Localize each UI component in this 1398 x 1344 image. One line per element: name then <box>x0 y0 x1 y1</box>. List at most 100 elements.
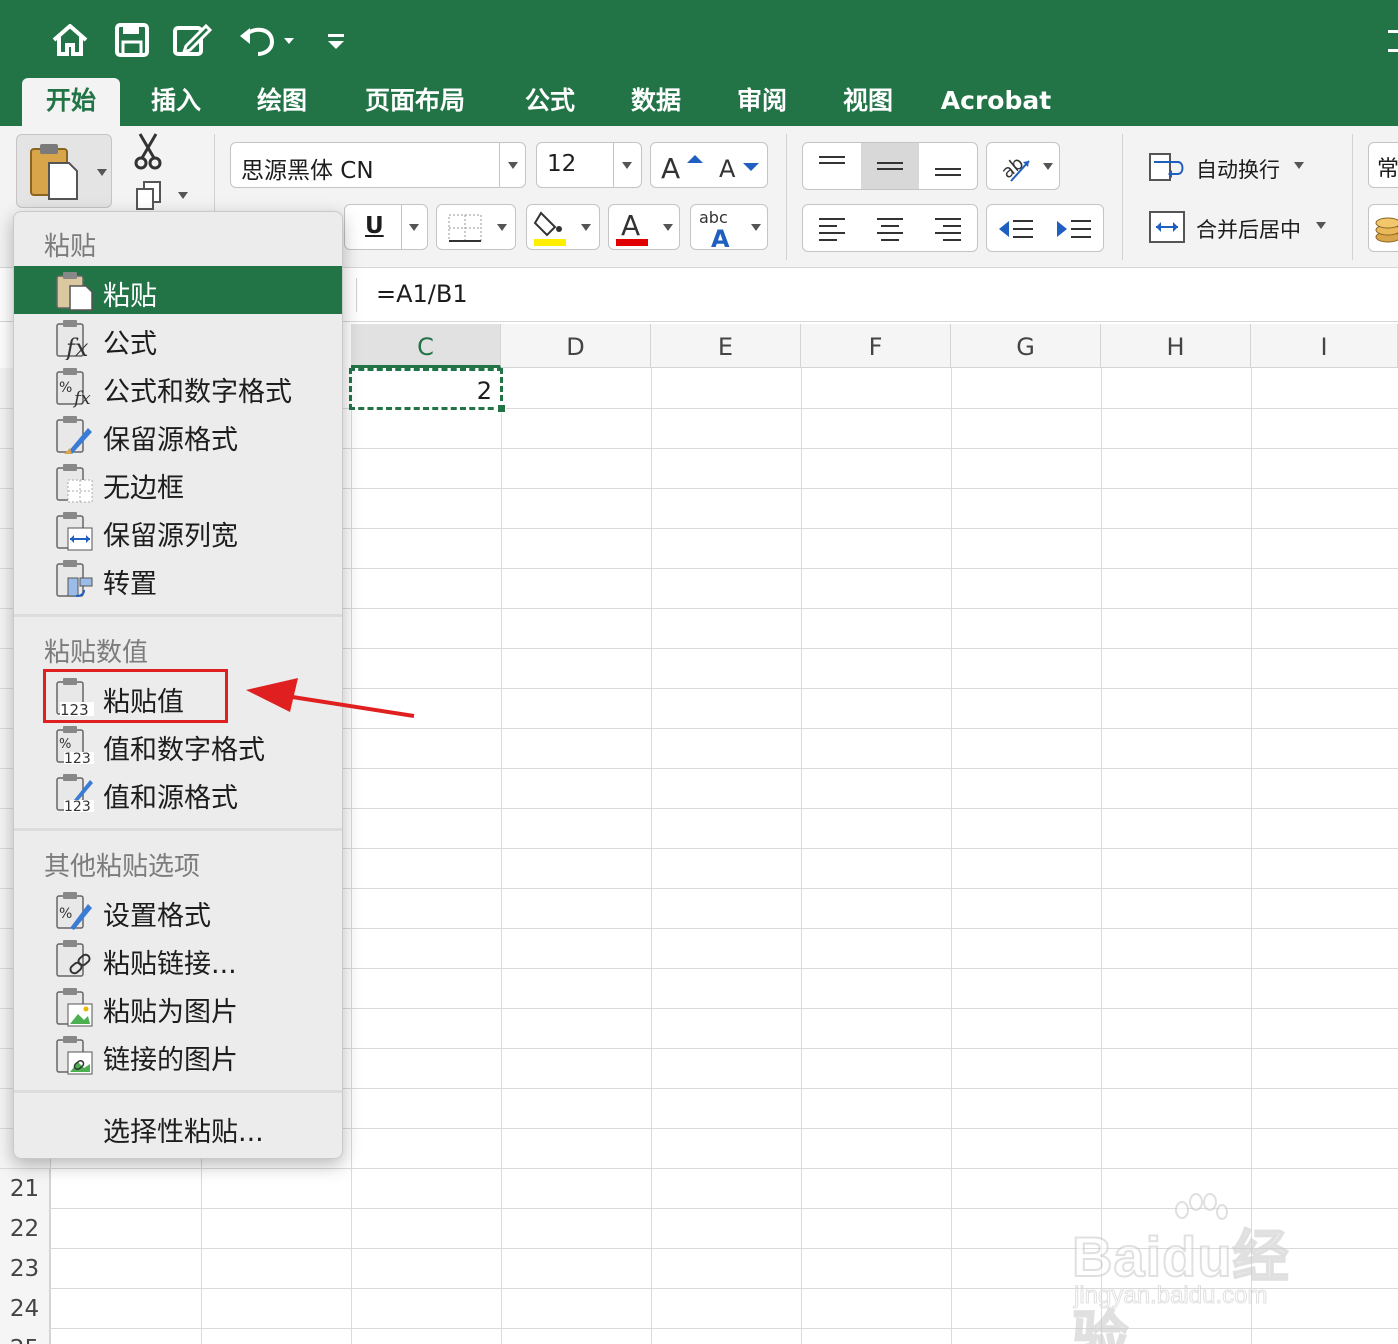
paste-icon <box>54 270 96 312</box>
font-name-value: 思源黑体 CN <box>241 158 374 184</box>
font-name-select[interactable]: 思源黑体 CN <box>230 142 526 188</box>
horizontal-align-group <box>802 204 978 252</box>
wrap-text-icon[interactable] <box>1148 150 1188 184</box>
tab-page-layout[interactable]: 页面布局 <box>350 78 480 126</box>
menu-item-paste-link[interactable]: 粘贴链接... <box>14 934 342 982</box>
watermark-url: jingyan.baidu.com <box>1073 1282 1268 1310</box>
tab-formulas[interactable]: 公式 <box>508 78 592 126</box>
vertical-align-group <box>802 142 978 190</box>
column-header-g[interactable]: G <box>951 324 1101 368</box>
number-format-select[interactable]: 常 <box>1368 142 1398 188</box>
paste-button[interactable] <box>16 134 112 208</box>
merge-center-label[interactable]: 合并后居中 <box>1196 214 1301 244</box>
menu-item-paste-special[interactable]: 选择性粘贴... <box>14 1102 342 1150</box>
menu-item-keep-source-format[interactable]: 保留源格式 <box>14 410 342 458</box>
save-icon[interactable] <box>110 20 154 60</box>
menu-item-label: 选择性粘贴... <box>103 1117 264 1148</box>
currency-button[interactable] <box>1368 204 1398 252</box>
align-bottom-icon[interactable] <box>933 153 963 179</box>
menu-item-paste[interactable]: 粘贴 <box>14 266 342 314</box>
align-middle-button[interactable] <box>861 143 919 189</box>
title-bar: 开始 插入 绘图 页面布局 公式 数据 审阅 视图 Acrobat <box>0 0 1398 128</box>
column-header-i[interactable]: I <box>1251 324 1398 368</box>
transpose-icon <box>54 558 96 600</box>
menu-item-no-borders[interactable]: 无边框 <box>14 458 342 506</box>
align-middle-icon <box>875 153 905 179</box>
menu-item-label: 转置 <box>103 569 157 600</box>
chevron-down-icon <box>663 224 673 231</box>
formula-input[interactable]: =A1/B1 <box>376 280 468 308</box>
menu-item-transpose[interactable]: 转置 <box>14 554 342 602</box>
menu-item-formulas[interactable]: fx 公式 <box>14 314 342 362</box>
phonetic-button[interactable]: abc A <box>690 204 768 253</box>
column-header-c[interactable]: C <box>351 324 501 368</box>
column-header-h[interactable]: H <box>1101 324 1251 368</box>
section-other-paste-title: 其他粘贴选项 <box>44 852 201 882</box>
fill-handle[interactable] <box>497 404 506 413</box>
chevron-down-icon[interactable] <box>1316 222 1326 229</box>
fill-color-button[interactable] <box>526 204 600 250</box>
cut-icon[interactable] <box>132 132 164 172</box>
font-color-button[interactable]: A <box>608 204 680 250</box>
menu-item-label: 设置格式 <box>103 901 211 932</box>
align-left-icon[interactable] <box>817 215 847 243</box>
menu-item-formatting[interactable]: % 设置格式 <box>14 886 342 934</box>
column-header-e[interactable]: E <box>651 324 801 368</box>
brush-paste-icon <box>54 414 96 456</box>
edit-icon[interactable] <box>170 20 214 60</box>
chevron-down-icon <box>622 162 632 169</box>
row-header-25[interactable]: 25 <box>0 1329 50 1344</box>
align-top-icon[interactable] <box>817 153 847 179</box>
font-size-value: 12 <box>547 151 577 177</box>
formula-percent-icon: % fx <box>54 366 96 409</box>
annotation-arrow <box>240 672 420 732</box>
row-header-23[interactable]: 23 <box>0 1249 50 1289</box>
orientation-button[interactable]: ab <box>986 142 1060 190</box>
menu-item-label: 保留源格式 <box>103 425 238 456</box>
menu-item-formulas-number-format[interactable]: % fx 公式和数字格式 <box>14 362 342 410</box>
tab-review[interactable]: 审阅 <box>720 78 804 126</box>
orientation-icon: ab <box>997 149 1033 185</box>
undo-icon[interactable] <box>236 20 300 60</box>
column-header-f[interactable]: F <box>801 324 951 368</box>
row-header-21[interactable]: 21 <box>0 1169 50 1209</box>
tab-acrobat[interactable]: Acrobat <box>940 78 1052 126</box>
tab-home[interactable]: 开始 <box>22 78 120 126</box>
excel-window: 开始 插入 绘图 页面布局 公式 数据 审阅 视图 Acrobat 思源黑体 C… <box>0 0 1398 1344</box>
window-control-partial[interactable] <box>1388 30 1398 52</box>
menu-item-label: 公式和数字格式 <box>103 377 292 408</box>
copy-icon[interactable] <box>134 180 164 212</box>
tab-insert[interactable]: 插入 <box>134 78 218 126</box>
home-icon[interactable] <box>48 20 92 60</box>
borders-icon <box>447 213 483 243</box>
tab-draw[interactable]: 绘图 <box>240 78 324 126</box>
chevron-down-icon[interactable] <box>1294 162 1304 169</box>
menu-item-linked-picture[interactable]: 链接的图片 <box>14 1030 342 1078</box>
align-right-icon[interactable] <box>933 215 963 243</box>
merge-center-icon[interactable] <box>1148 210 1188 244</box>
row-header-24[interactable]: 24 <box>0 1289 50 1329</box>
font-size-select[interactable]: 12 <box>536 142 642 188</box>
tab-view[interactable]: 视图 <box>826 78 910 126</box>
wrap-text-label[interactable]: 自动换行 <box>1196 154 1280 184</box>
chevron-down-icon[interactable] <box>178 192 188 199</box>
chevron-down-icon <box>581 224 591 231</box>
increase-font-icon[interactable]: A <box>659 149 705 185</box>
decrease-indent-icon[interactable] <box>997 215 1035 243</box>
decrease-font-icon[interactable]: A <box>717 151 763 183</box>
column-header-d[interactable]: D <box>501 324 651 368</box>
borders-button[interactable] <box>436 204 516 250</box>
link-icon <box>54 938 96 980</box>
customize-icon[interactable] <box>322 20 350 60</box>
row-header-22[interactable]: 22 <box>0 1209 50 1249</box>
underline-button[interactable]: U <box>344 204 428 250</box>
tab-data[interactable]: 数据 <box>614 78 698 126</box>
menu-item-label: 粘贴为图片 <box>103 997 238 1028</box>
svg-text:%: % <box>59 906 72 922</box>
align-center-icon[interactable] <box>875 215 905 243</box>
menu-item-keep-column-width[interactable]: 保留源列宽 <box>14 506 342 554</box>
increase-indent-icon[interactable] <box>1055 215 1093 243</box>
cell-c1[interactable]: 2 <box>349 368 503 410</box>
menu-item-paste-picture[interactable]: 粘贴为图片 <box>14 982 342 1030</box>
menu-item-values-source-format[interactable]: 123 值和源格式 <box>14 768 342 816</box>
